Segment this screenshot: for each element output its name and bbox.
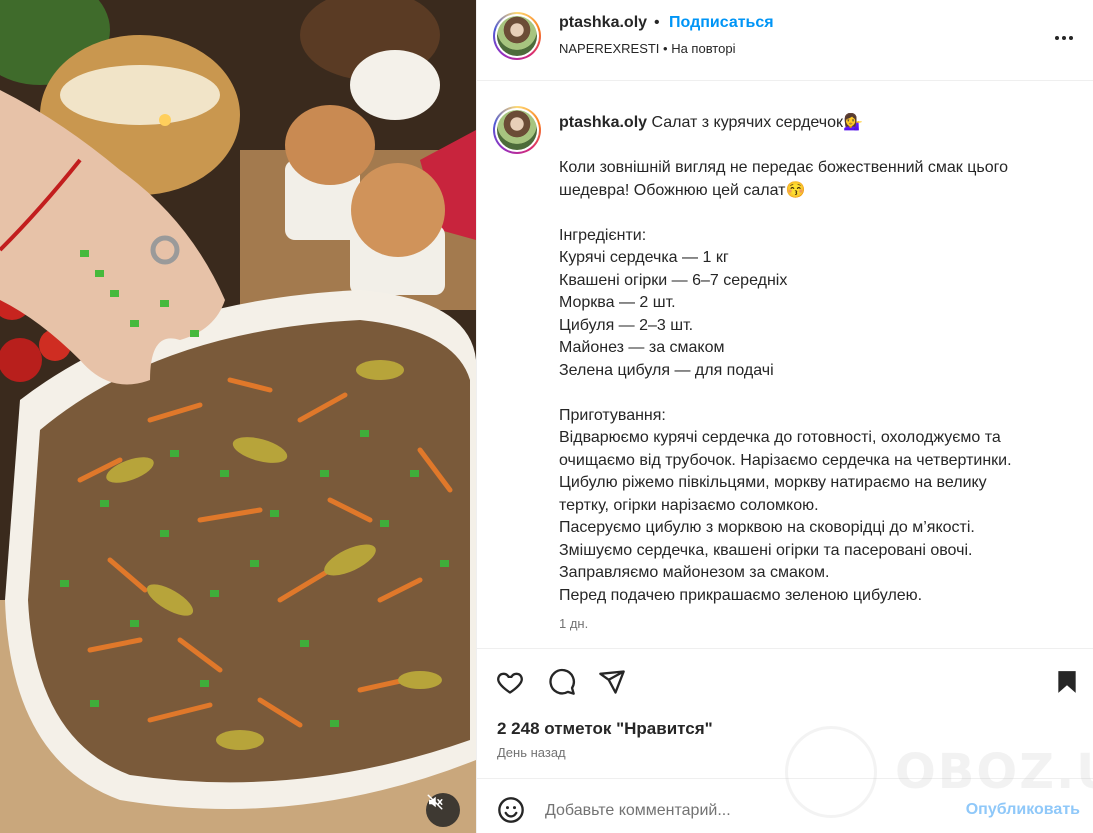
emoji-icon	[498, 797, 524, 823]
comment-input[interactable]	[545, 799, 945, 823]
caption-avatar[interactable]	[493, 106, 541, 154]
heart-icon	[497, 672, 523, 694]
post-actions: 2 248 отметок "Нравится" День назад	[477, 648, 1093, 778]
likes-count[interactable]: 2 248 отметок "Нравится"	[497, 719, 713, 739]
ingredient-line: Морква — 2 шт.	[559, 294, 676, 311]
comment-bar: Опубликовать	[477, 778, 1093, 833]
post-media[interactable]	[0, 0, 476, 833]
ingredient-line: Цибуля — 2–3 шт.	[559, 316, 694, 334]
publish-button[interactable]: Опубликовать	[966, 801, 1080, 819]
caption-intro-line: шедевра! Обожнюю цей салат😚	[559, 181, 806, 199]
step-line: Відварюємо курячі сердечка до готовності…	[559, 429, 1001, 446]
caption-title: Салат з курячих сердечок💁‍♀️	[651, 114, 863, 131]
post-date[interactable]: День назад	[497, 745, 566, 760]
ingredient-line: Зелена цибуля — для подачі	[559, 361, 774, 379]
steps-heading: Приготування:	[559, 406, 666, 424]
caption-intro-line: Коли зовнішній вигляд не передає божеств…	[559, 159, 1009, 176]
step-line: Заправляємо майонезом за смаком.	[559, 564, 830, 581]
like-button[interactable]	[495, 667, 525, 697]
step-line: Перед подачею прикрашаємо зеленою цибуле…	[559, 586, 923, 604]
post-caption: ptashka.oly Салат з курячих сердечок💁‍♀️…	[559, 112, 1079, 607]
follow-button[interactable]: Подписаться	[669, 14, 774, 32]
comment-icon	[549, 668, 575, 695]
caption-username[interactable]: ptashka.oly	[559, 114, 647, 131]
salad-photo	[0, 0, 476, 833]
share-button[interactable]	[597, 667, 627, 697]
mute-button[interactable]	[426, 793, 460, 827]
step-line: тертку, огірки нарізаємо соломкою.	[559, 496, 819, 514]
post-details-panel: ptashka.oly • Подписаться NAPEREXRESTI •…	[476, 0, 1093, 833]
comment-button[interactable]	[547, 667, 577, 697]
ingredient-line: Курячі сердечка — 1 кг	[559, 249, 729, 266]
caption-timestamp[interactable]: 1 дн.	[559, 616, 588, 631]
separator-dot: •	[654, 14, 660, 31]
step-line: Цибулю ріжемо півкільцями, моркву натира…	[559, 474, 987, 491]
bookmark-icon	[1058, 671, 1076, 693]
muted-speaker-icon	[427, 794, 443, 810]
step-line: Змішуємо сердечка, квашені огірки та пас…	[559, 541, 973, 559]
audio-subline[interactable]: NAPEREXRESTI • На повторі	[559, 41, 735, 56]
ingredient-line: Майонез — за смаком	[559, 339, 725, 356]
ingredients-heading: Інгредієнти:	[559, 226, 647, 244]
step-line: Пасеруємо цибулю з морквою на сковорідці…	[559, 519, 975, 536]
save-button[interactable]	[1052, 667, 1082, 697]
share-icon	[599, 670, 625, 694]
emoji-button[interactable]	[497, 796, 527, 826]
step-line: очищаємо від трубочок. Нарізаємо сердечк…	[559, 451, 1012, 469]
author-username[interactable]: ptashka.oly	[559, 14, 647, 32]
avatar[interactable]	[493, 12, 541, 60]
post-header: ptashka.oly • Подписаться NAPEREXRESTI •…	[477, 0, 1093, 81]
ingredient-line: Квашені огірки — 6–7 середніх	[559, 271, 788, 289]
more-options-button[interactable]	[1052, 26, 1076, 50]
more-options-icon	[1055, 36, 1073, 40]
